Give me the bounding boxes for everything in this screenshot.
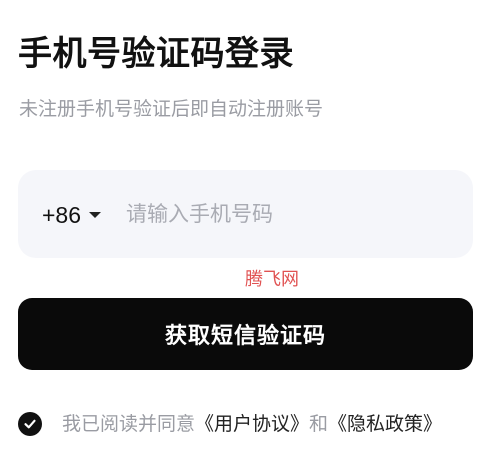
agreement-row: 我已阅读并同意《用户协议》和《隐私政策》: [18, 410, 442, 438]
checkbox-checked-icon[interactable]: [18, 412, 42, 436]
page-title: 手机号验证码登录: [18, 34, 294, 74]
caret-down-icon: [89, 212, 102, 218]
agreement-prefix: 我已阅读并同意: [62, 413, 196, 435]
check-mark-icon: [24, 419, 36, 429]
watermark-text: 腾飞网: [245, 269, 299, 290]
country-code-label: +86: [42, 202, 82, 228]
agreement-joiner: 和: [309, 413, 329, 435]
page-subtitle: 未注册手机号验证后即自动注册账号: [19, 98, 324, 120]
phone-input-group: +86: [18, 170, 473, 258]
agreement-text: 我已阅读并同意《用户协议》和《隐私政策》: [62, 410, 442, 438]
privacy-policy-link[interactable]: 《隐私政策》: [328, 413, 442, 435]
user-agreement-link[interactable]: 《用户协议》: [195, 413, 309, 435]
get-sms-code-button[interactable]: 获取短信验证码: [18, 298, 473, 370]
phone-number-input[interactable]: [122, 196, 460, 232]
country-code-selector[interactable]: +86: [42, 201, 102, 229]
